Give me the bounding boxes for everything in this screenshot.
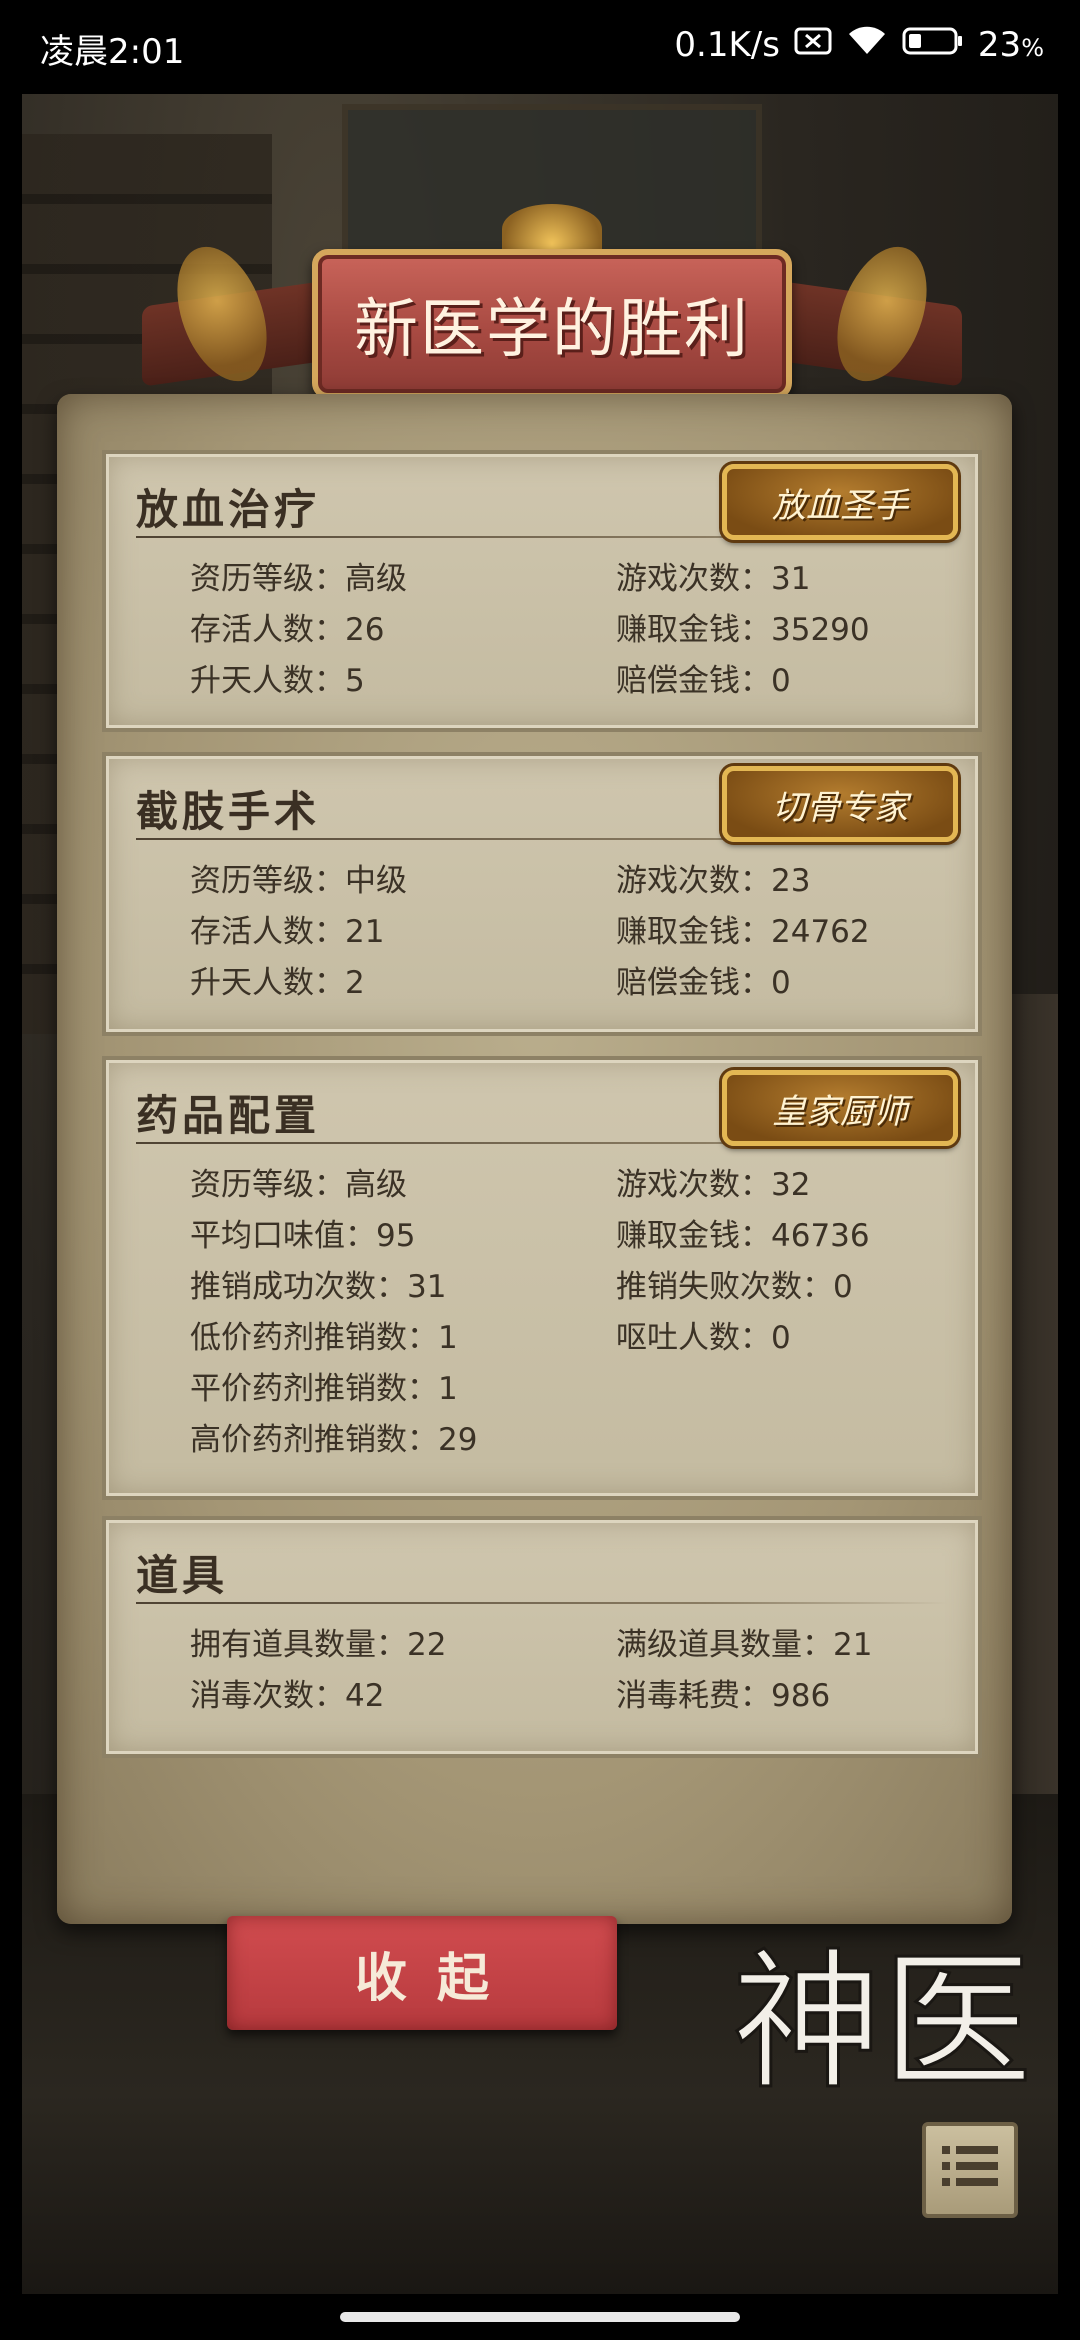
list-icon <box>942 2146 998 2186</box>
stat-item: 赚取金钱：46736 <box>616 1218 870 1254</box>
section-title: 道具 <box>136 1551 229 1600</box>
title-banner: 新医学的胜利 <box>142 204 962 424</box>
section-divider <box>136 1602 948 1604</box>
stat-item: 推销失败次数：0 <box>616 1269 853 1305</box>
stat-item: 赔偿金钱：0 <box>616 663 791 699</box>
menu-list-button[interactable] <box>922 2122 1018 2218</box>
stat-item: 升天人数：5 <box>190 663 365 699</box>
section-title: 截肢手术 <box>136 787 321 836</box>
stat-item: 赚取金钱：35290 <box>616 612 870 648</box>
stat-item: 满级道具数量：21 <box>616 1627 873 1663</box>
stat-item <box>616 1421 970 1460</box>
section-bloodletting: 放血治疗 放血圣手 资历等级：高级 游戏次数：31 存活人数：26 赚取金钱：3… <box>102 450 982 732</box>
stat-item: 高价药剂推销数：29 <box>190 1422 478 1458</box>
stats-parchment: 放血治疗 放血圣手 资历等级：高级 游戏次数：31 存活人数：26 赚取金钱：3… <box>57 394 1012 1924</box>
section-title: 药品配置 <box>136 1091 321 1140</box>
stats-grid: 资历等级：高级 游戏次数：32 平均口味值：95 赚取金钱：46736 推销成功… <box>190 1166 970 1460</box>
collapse-button[interactable]: 收起 <box>227 1916 617 2030</box>
battery-icon <box>902 25 964 65</box>
stat-item: 游戏次数：31 <box>616 561 811 597</box>
status-time: 凌晨2:01 <box>40 32 185 72</box>
stat-item: 资历等级：高级 <box>190 561 407 597</box>
battery-percent: 23% <box>977 24 1044 65</box>
section-items: 道具 拥有道具数量：22 满级道具数量：21 消毒次数：42 消毒耗费：986 <box>102 1516 982 1758</box>
home-gesture-handle[interactable] <box>340 2312 740 2322</box>
game-logo: 神医 <box>722 1924 1042 2114</box>
banner-title: 新医学的胜利 <box>354 293 750 367</box>
screen: 凌晨2:01 0.1K/s 23% 新医学的胜利 放血治疗 放血圣手 资历等级：… <box>0 0 1080 2340</box>
stats-grid: 资历等级：高级 游戏次数：31 存活人数：26 赚取金钱：35290 升天人数：… <box>190 560 970 701</box>
achievement-badge: 切骨专家 <box>722 766 958 842</box>
badge-label: 切骨专家 <box>772 787 908 828</box>
sim-disabled-icon <box>794 25 832 65</box>
stat-item: 平均口味值：95 <box>190 1218 416 1254</box>
badge-label: 皇家厨师 <box>772 1091 908 1132</box>
stat-item: 消毒耗费：986 <box>616 1678 831 1714</box>
svg-text:神医: 神医 <box>732 1936 1032 2110</box>
badge-label: 放血圣手 <box>772 485 908 526</box>
network-speed: 0.1K/s <box>674 24 780 65</box>
stat-item: 升天人数：2 <box>190 965 365 1001</box>
collapse-button-label: 收起 <box>354 1947 519 2009</box>
stat-item: 消毒次数：42 <box>190 1678 385 1714</box>
stat-item: 存活人数：21 <box>190 914 385 950</box>
stat-item: 存活人数：26 <box>190 612 385 648</box>
crown-ornament-icon <box>502 204 602 254</box>
stat-item: 低价药剂推销数：1 <box>190 1320 458 1356</box>
status-bar: 凌晨2:01 0.1K/s 23% <box>0 0 1080 94</box>
stat-item: 资历等级：中级 <box>190 863 407 899</box>
stat-item: 资历等级：高级 <box>190 1167 407 1203</box>
achievement-badge: 放血圣手 <box>722 464 958 540</box>
section-medicine: 药品配置 皇家厨师 资历等级：高级 游戏次数：32 平均口味值：95 赚取金钱：… <box>102 1056 982 1500</box>
banner-plaque: 新医学的胜利 <box>312 249 792 399</box>
wifi-icon <box>846 24 888 65</box>
section-amputation: 截肢手术 切骨专家 资历等级：中级 游戏次数：23 存活人数：21 赚取金钱：2… <box>102 752 982 1036</box>
section-title: 放血治疗 <box>136 485 321 534</box>
stat-item: 推销成功次数：31 <box>190 1269 447 1305</box>
achievement-badge: 皇家厨师 <box>722 1070 958 1146</box>
stat-item: 游戏次数：23 <box>616 863 811 899</box>
stat-item: 呕吐人数：0 <box>616 1320 791 1356</box>
stat-item: 赚取金钱：24762 <box>616 914 870 950</box>
game-scene: 新医学的胜利 放血治疗 放血圣手 资历等级：高级 游戏次数：31 存活人数：26… <box>22 94 1058 2294</box>
stats-grid: 资历等级：中级 游戏次数：23 存活人数：21 赚取金钱：24762 升天人数：… <box>190 862 970 1003</box>
stats-grid: 拥有道具数量：22 满级道具数量：21 消毒次数：42 消毒耗费：986 <box>190 1626 970 1716</box>
stat-item: 平价药剂推销数：1 <box>190 1371 458 1407</box>
navigation-bar <box>0 2294 1080 2340</box>
stat-item: 赔偿金钱：0 <box>616 965 791 1001</box>
stat-item: 游戏次数：32 <box>616 1167 811 1203</box>
stat-item <box>616 1370 970 1409</box>
stat-item: 拥有道具数量：22 <box>190 1627 447 1663</box>
status-right: 0.1K/s 23% <box>674 24 1044 65</box>
